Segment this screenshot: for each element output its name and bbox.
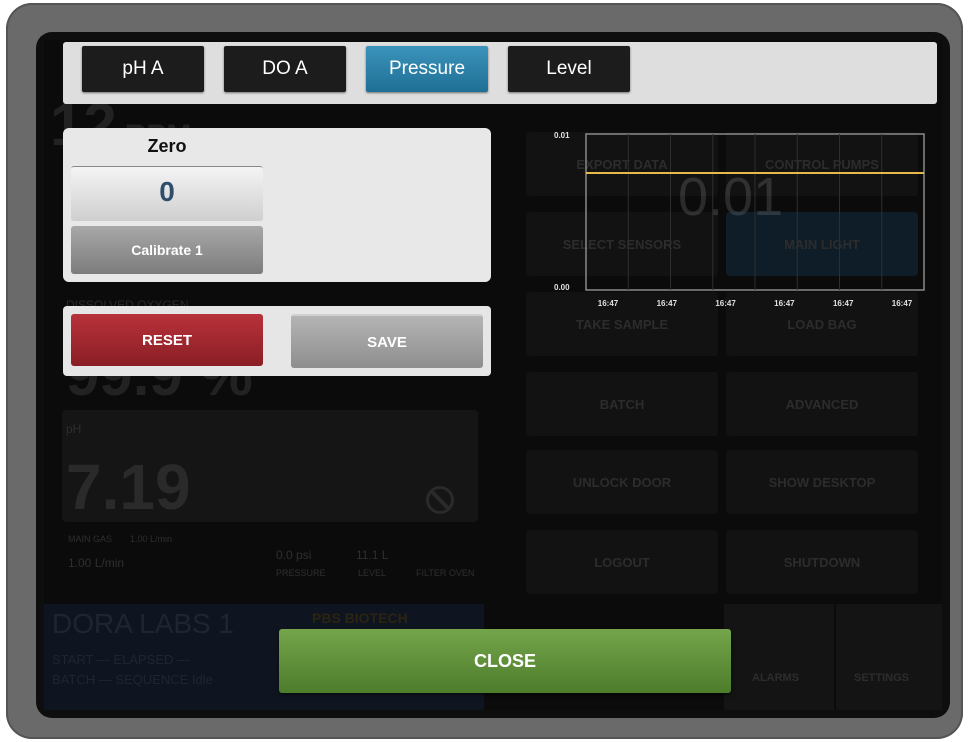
- x-tick-label: 16:47: [833, 299, 854, 308]
- tab-ph-a[interactable]: pH A: [82, 46, 204, 92]
- screen-bezel: 12RPM DISSOLVED OXYGEN 99.9 % pH 7.19 MA…: [36, 32, 950, 718]
- tile-unlock-door: UNLOCK DOOR: [526, 450, 718, 514]
- x-tick-label: 16:47: [774, 299, 795, 308]
- pressure-label: PRESSURE: [276, 568, 326, 578]
- x-tick-label: 16:47: [657, 299, 678, 308]
- unit-name: DORA LABS 1: [52, 608, 235, 639]
- save-button[interactable]: SAVE: [291, 314, 483, 368]
- nav-alarms: ALARMS: [724, 604, 834, 710]
- ph-label: pH: [66, 422, 82, 436]
- start-line: START — ELAPSED —: [52, 652, 190, 667]
- reset-button[interactable]: RESET: [71, 314, 263, 366]
- chart-svg: 0.01 0.00 16:47 16:47 16:47 16:47 16:47 16:47: [554, 131, 925, 308]
- filter-oven-label: FILTER OVEN: [416, 568, 475, 578]
- x-tick-label: 16:47: [892, 299, 913, 308]
- zero-title: Zero: [147, 136, 187, 156]
- tab-do-a[interactable]: DO A: [224, 46, 346, 92]
- nav-settings: SETTINGS: [836, 604, 942, 710]
- x-tick-label: 16:47: [715, 299, 736, 308]
- level-label: LEVEL: [358, 568, 387, 578]
- ph-value: 7.19: [66, 451, 191, 523]
- x-tick-label: 16:47: [598, 299, 619, 308]
- tile-shutdown: SHUTDOWN: [726, 530, 918, 594]
- screen: 12RPM DISSOLVED OXYGEN 99.9 % pH 7.19 MA…: [44, 40, 942, 710]
- tile-show-desktop: SHOW DESKTOP: [726, 450, 918, 514]
- calibrate-1-button[interactable]: Calibrate 1: [71, 226, 263, 274]
- y-tick-label: 0.00: [554, 283, 570, 292]
- tile-batch: BATCH: [526, 372, 718, 436]
- main-gas-value: 1.00 L/min: [68, 556, 125, 570]
- main-gas-label: MAIN GAS: [68, 534, 113, 544]
- alarms-label: ALARMS: [752, 672, 800, 684]
- tab-pressure[interactable]: Pressure: [366, 46, 488, 92]
- brand-logo: PBS BIOTECH: [312, 610, 408, 626]
- tab-level[interactable]: Level: [508, 46, 630, 92]
- level-value: 11.1 L: [356, 548, 389, 562]
- pressure-graph: 0.01 0.01 0.00 16:47 16:47 16:47 16:47 16:47 16…: [530, 124, 930, 308]
- action-bar: RESET SAVE: [63, 306, 491, 376]
- zero-value-field[interactable]: 0: [71, 166, 263, 221]
- calibration-card: Zero 0 Calibrate 1: [63, 128, 491, 282]
- tile-advanced: ADVANCED: [726, 372, 918, 436]
- disabled-icon: [426, 486, 454, 514]
- batch-line: BATCH — SEQUENCE Idle: [52, 672, 213, 687]
- sensor-tab-bar: pH A DO A Pressure Level: [63, 42, 937, 104]
- pressure-value: 0.0 psi: [276, 548, 312, 562]
- y-tick-label: 0.01: [554, 131, 570, 140]
- device-frame: 12RPM DISSOLVED OXYGEN 99.9 % pH 7.19 MA…: [6, 3, 963, 739]
- settings-label: SETTINGS: [854, 672, 910, 684]
- close-button[interactable]: CLOSE: [279, 629, 731, 693]
- tile-logout: LOGOUT: [526, 530, 718, 594]
- main-gas-setpoint: 1.00 L/min: [130, 534, 173, 544]
